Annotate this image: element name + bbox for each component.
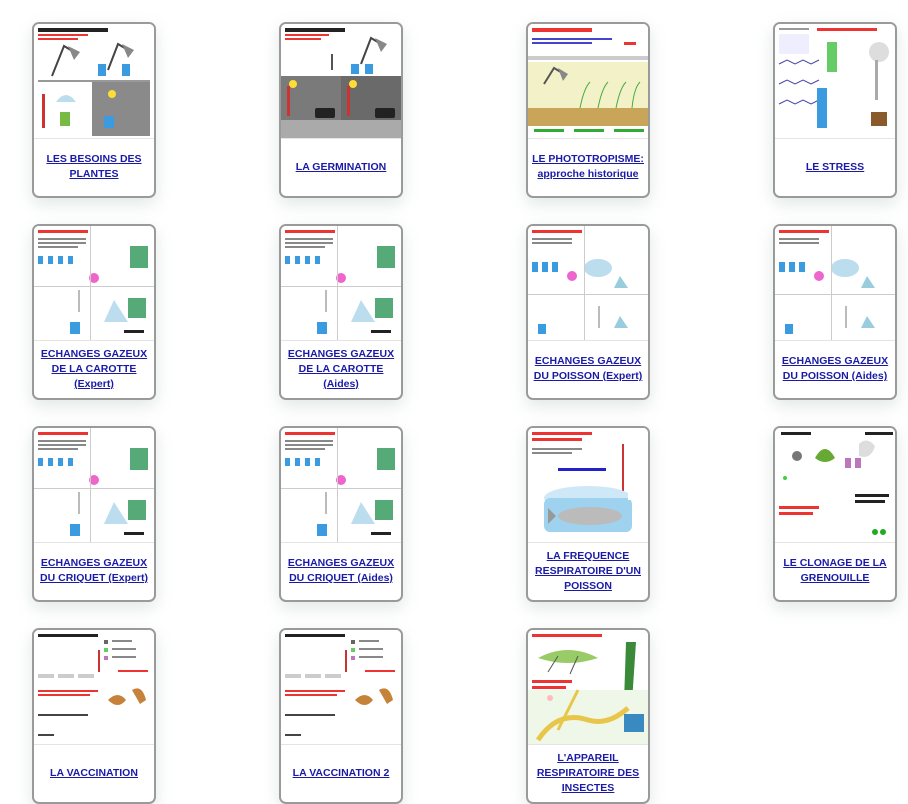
experiment-link[interactable]: ECHANGES GAZEUX DE LA CAROTTE (Expert) [36,340,152,398]
experiment-link[interactable]: LE STRESS [777,138,893,196]
fish-gas-exchange-icon[interactable] [775,226,895,341]
thumbnail-drawing [775,24,895,138]
experiment-link[interactable]: LA VACCINATION 2 [283,744,399,802]
thumbnail-drawing [528,226,648,340]
experiment-link[interactable]: ECHANGES GAZEUX DU POISSON (Expert) [530,340,646,398]
experiment-card[interactable]: ECHANGES GAZEUX DU CRIQUET (Expert) [32,426,156,602]
experiment-link[interactable]: ECHANGES GAZEUX DU POISSON (Aides) [777,340,893,398]
experiment-card[interactable]: ECHANGES GAZEUX DU POISSON (Aides) [773,224,897,400]
vaccination-experiment-icon[interactable] [34,630,154,745]
experiment-title[interactable]: ECHANGES GAZEUX DE LA CAROTTE (Aides) [283,347,399,392]
thumbnail-drawing [34,428,154,542]
cricket-gas-exchange-icon[interactable] [281,428,401,543]
experiment-title[interactable]: ECHANGES GAZEUX DU CRIQUET (Aides) [283,556,399,586]
experiment-card[interactable]: ECHANGES GAZEUX DE LA CAROTTE (Aides) [279,224,403,400]
experiment-card[interactable]: LE PHOTOTROPISME: approche historique [526,22,650,198]
experiment-card[interactable]: ECHANGES GAZEUX DU POISSON (Expert) [526,224,650,400]
experiment-card[interactable]: L'APPAREIL RESPIRATOIRE DES INSECTES [526,628,650,804]
experiment-card[interactable]: LA VACCINATION [32,628,156,804]
experiment-card[interactable]: LA VACCINATION 2 [279,628,403,804]
experiment-title[interactable]: L'APPAREIL RESPIRATOIRE DES INSECTES [530,751,646,796]
experiment-title[interactable]: ECHANGES GAZEUX DE LA CAROTTE (Expert) [36,347,152,392]
thumbnail-drawing [281,428,401,542]
experiment-title[interactable]: LE CLONAGE DE LA GRENOUILLE [777,556,893,586]
experiment-title[interactable]: LA GERMINATION [296,160,386,175]
thumbnail-drawing [281,226,401,340]
experiment-title[interactable]: LA FREQUENCE RESPIRATOIRE D'UN POISSON [530,549,646,594]
experiment-title[interactable]: ECHANGES GAZEUX DU POISSON (Aides) [777,354,893,384]
thumbnail-drawing [775,226,895,340]
experiment-link[interactable]: LA FREQUENCE RESPIRATOIRE D'UN POISSON [530,542,646,600]
experiment-link[interactable]: ECHANGES GAZEUX DU CRIQUET (Aides) [283,542,399,600]
germination-experiment-icon[interactable] [281,24,401,139]
thumbnail-drawing [528,428,648,542]
carrot-gas-exchange-icon[interactable] [281,226,401,341]
thumbnail-drawing [281,630,401,744]
experiment-title[interactable]: ECHANGES GAZEUX DU POISSON (Expert) [530,354,646,384]
experiment-card[interactable]: LA GERMINATION [279,22,403,198]
experiment-link[interactable]: LE PHOTOTROPISME: approche historique [530,138,646,196]
experiment-title[interactable]: LE PHOTOTROPISME: approche historique [530,152,646,182]
experiment-card[interactable]: ECHANGES GAZEUX DE LA CAROTTE (Expert) [32,224,156,400]
fish-respiration-icon[interactable] [528,428,648,543]
experiment-card[interactable]: LE CLONAGE DE LA GRENOUILLE [773,426,897,602]
experiments-grid: LES BESOINS DES PLANTES LA GERMINATION L… [0,0,908,804]
thumbnail-drawing [34,24,154,138]
cricket-gas-exchange-icon[interactable] [34,428,154,543]
fish-gas-exchange-icon[interactable] [528,226,648,341]
experiment-card[interactable]: ECHANGES GAZEUX DU CRIQUET (Aides) [279,426,403,602]
thumbnail-drawing [281,24,401,138]
experiment-title[interactable]: LA VACCINATION [50,766,138,781]
thumbnail-drawing [34,226,154,340]
experiment-card[interactable]: LA FREQUENCE RESPIRATOIRE D'UN POISSON [526,426,650,602]
thumbnail-drawing [34,630,154,744]
experiment-link[interactable]: LA VACCINATION [36,744,152,802]
experiment-link[interactable]: L'APPAREIL RESPIRATOIRE DES INSECTES [530,744,646,802]
experiment-title[interactable]: LA VACCINATION 2 [293,766,390,781]
experiment-title[interactable]: LE STRESS [806,160,864,175]
insect-respiration-icon[interactable] [528,630,648,745]
experiment-title[interactable]: LES BESOINS DES PLANTES [36,152,152,182]
frog-cloning-icon[interactable] [775,428,895,543]
experiment-link[interactable]: LES BESOINS DES PLANTES [36,138,152,196]
experiment-link[interactable]: ECHANGES GAZEUX DU CRIQUET (Expert) [36,542,152,600]
plants-experiment-icon[interactable] [34,24,154,139]
stress-experiment-icon[interactable] [775,24,895,139]
carrot-gas-exchange-icon[interactable] [34,226,154,341]
vaccination-experiment-icon[interactable] [281,630,401,745]
experiment-card[interactable]: LES BESOINS DES PLANTES [32,22,156,198]
thumbnail-drawing [528,630,648,744]
experiment-card[interactable]: LE STRESS [773,22,897,198]
experiment-link[interactable]: LA GERMINATION [283,138,399,196]
thumbnail-drawing [775,428,895,542]
phototropism-experiment-icon[interactable] [528,24,648,139]
experiment-title[interactable]: ECHANGES GAZEUX DU CRIQUET (Expert) [36,556,152,586]
experiment-link[interactable]: LE CLONAGE DE LA GRENOUILLE [777,542,893,600]
experiment-link[interactable]: ECHANGES GAZEUX DE LA CAROTTE (Aides) [283,340,399,398]
thumbnail-drawing [528,24,648,138]
